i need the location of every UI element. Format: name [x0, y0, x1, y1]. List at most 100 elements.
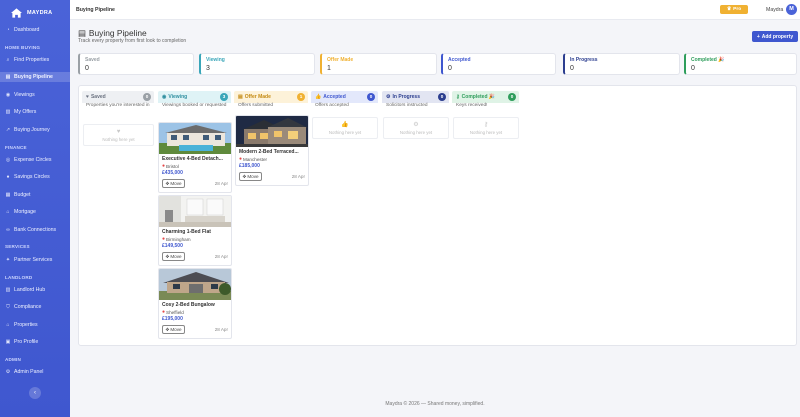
sidebar-section-home-buying: HOME BUYING [5, 45, 41, 50]
sidebar-item-budget[interactable]: ▦ Budget [5, 190, 67, 200]
property-date: 28 Apr [214, 254, 228, 259]
property-date: 28 Apr [214, 327, 228, 332]
property-price: £195,000 [162, 316, 183, 322]
id-icon: ▣ [5, 339, 11, 345]
piggy-icon: ● [6, 174, 10, 180]
property-card[interactable]: Modern 2-Bed Terraced... ● Manchester £18… [235, 115, 309, 186]
property-price: £149,500 [162, 243, 183, 249]
avatar[interactable]: M [786, 4, 797, 15]
column-header-saved: ♥ Saved 0 [82, 91, 154, 103]
column-desc-offer-made: Offers submitted [238, 103, 274, 108]
move-button[interactable]: ✥ Move [162, 252, 185, 261]
empty-state-completed: ⚷ Nothing here yet [453, 117, 519, 139]
property-card[interactable]: Charming 1-Bed Flat ● Birmingham £149,500… [158, 195, 232, 266]
property-title[interactable]: Cosy 2-Bed Bungalow [159, 300, 231, 308]
key-icon: ⚷ [456, 94, 460, 100]
sidebar-collapse-button[interactable]: ‹ [29, 387, 41, 399]
column-count-accepted: 0 [367, 93, 375, 101]
move-arrows-icon: ✥ [242, 173, 247, 179]
stat-card-completed: Completed 🎉 0 [684, 53, 797, 75]
eye-icon: ◉ [5, 92, 11, 98]
user-name[interactable]: Maydra [766, 7, 783, 13]
heart-icon: ♥ [116, 128, 121, 135]
column-count-completed: 0 [508, 93, 516, 101]
sidebar-item-dashboard[interactable]: ◔ Dashboard [5, 25, 67, 35]
footer: Maydra © 2026 — Shared money, simplified… [385, 401, 485, 407]
thumbs-up-icon: 👍 [315, 94, 322, 100]
offer-icon: ▧ [5, 109, 11, 115]
sidebar-item-compliance[interactable]: ⛉ Compliance [5, 302, 67, 312]
pro-badge[interactable]: ♛ Pro [720, 5, 748, 14]
property-title[interactable]: Executive 4-Bed Detach... [159, 154, 231, 162]
property-card[interactable]: Executive 4-Bed Detach... ● Bristol £435,… [158, 122, 232, 193]
map-pin-icon: ● [162, 236, 166, 242]
move-button[interactable]: ✥ Move [162, 179, 185, 188]
column-header-accepted: 👍 Accepted 0 [311, 91, 378, 103]
property-photo-executive-detached [159, 123, 231, 154]
home-logo-icon [11, 7, 22, 18]
column-desc-completed: Keys received! [456, 103, 488, 108]
sidebar-item-bank-connections[interactable]: ∞ Bank Connections [5, 225, 67, 235]
add-property-button[interactable]: + Add property [752, 31, 798, 42]
brand-name: MAYDRA [27, 9, 53, 16]
sidebar-item-expense-circles[interactable]: ◎ Expense Circles [5, 155, 67, 165]
sidebar-item-viewings[interactable]: ◉ Viewings [5, 90, 67, 100]
property-title[interactable]: Modern 2-Bed Terraced... [236, 147, 308, 155]
property-title[interactable]: Charming 1-Bed Flat [159, 227, 231, 235]
column-count-viewing: 3 [220, 93, 228, 101]
property-price: £435,000 [162, 170, 183, 176]
stat-card-viewing: Viewing 3 [199, 53, 315, 75]
sidebar-item-mortgage[interactable]: ⌂ Mortgage [5, 207, 67, 217]
sidebar-item-landlord-hub[interactable]: ▥ Landlord Hub [5, 285, 67, 295]
sidebar-item-my-offers[interactable]: ▧ My Offers [5, 107, 67, 117]
flat-photo [159, 196, 231, 227]
empty-state-in-progress: ⚙ Nothing here yet [383, 117, 449, 139]
sidebar-item-pro-profile[interactable]: ▣ Pro Profile [5, 337, 67, 347]
shield-icon: ⛉ [6, 304, 10, 310]
move-button[interactable]: ✥ Move [239, 172, 262, 181]
property-date: 28 Apr [214, 181, 228, 186]
move-arrows-icon: ✥ [165, 180, 170, 186]
column-desc-viewing: Viewings booked or requested [162, 103, 227, 108]
column-count-offer-made: 1 [297, 93, 305, 101]
property-photo-modern-terraced [236, 116, 308, 147]
sidebar-item-savings-circles[interactable]: ● Savings Circles [5, 172, 67, 182]
property-date: 28 Apr [291, 174, 305, 179]
sidebar-item-properties[interactable]: ⌂ Properties [5, 320, 67, 330]
house-photo [159, 123, 231, 154]
clipboard-icon: ▤ [78, 28, 86, 38]
map-pin-icon: ● [239, 156, 243, 162]
sidebar-item-buying-pipeline[interactable]: ▤ Buying Pipeline [0, 72, 70, 82]
property-photo-charming-flat [159, 196, 231, 227]
brand[interactable]: MAYDRA [0, 0, 70, 20]
property-card[interactable]: Cosy 2-Bed Bungalow ● Sheffield £195,000 … [158, 268, 232, 339]
sidebar-section-finance: FINANCE [5, 145, 27, 150]
move-button[interactable]: ✥ Move [162, 325, 185, 334]
move-arrows-icon: ✥ [165, 253, 170, 259]
house-icon: ⌂ [6, 322, 10, 328]
building-icon: ▥ [5, 287, 11, 293]
property-price: £185,000 [239, 163, 260, 169]
page-subtitle: Track every property from first look to … [78, 38, 187, 44]
sidebar-item-buying-journey[interactable]: ↗ Buying Journey [5, 125, 67, 135]
column-header-viewing: ◉ Viewing 3 [158, 91, 231, 103]
journey-icon: ↗ [5, 127, 11, 133]
heart-icon: ♥ [86, 94, 89, 100]
key-icon: ⚷ [483, 122, 489, 128]
column-count-in-progress: 0 [438, 93, 446, 101]
plus-icon: + [756, 33, 760, 40]
topbar: Buying Pipeline ♛ Pro Maydra M [70, 0, 800, 20]
property-photo-cosy-bungalow [159, 269, 231, 300]
breadcrumb: Buying Pipeline [76, 7, 115, 13]
sidebar-item-admin-panel[interactable]: ⚙ Admin Panel [5, 367, 67, 377]
stat-card-accepted: Accepted 0 [441, 53, 556, 75]
column-header-completed: ⚷ Completed 🎉 0 [452, 91, 519, 103]
property-location: ● Bristol [162, 163, 179, 169]
sidebar-item-partner-services[interactable]: ✦ Partner Services [5, 255, 67, 265]
column-desc-saved: Properties you're interested in [86, 103, 150, 108]
empty-state-saved: ♥ Nothing here yet [83, 124, 154, 146]
budget-icon: ▦ [5, 192, 11, 198]
sidebar-item-find-properties[interactable]: ⌕ Find Properties [5, 55, 67, 65]
document-icon: ▤ [238, 94, 243, 100]
sidebar-section-services: SERVICES [5, 244, 30, 249]
